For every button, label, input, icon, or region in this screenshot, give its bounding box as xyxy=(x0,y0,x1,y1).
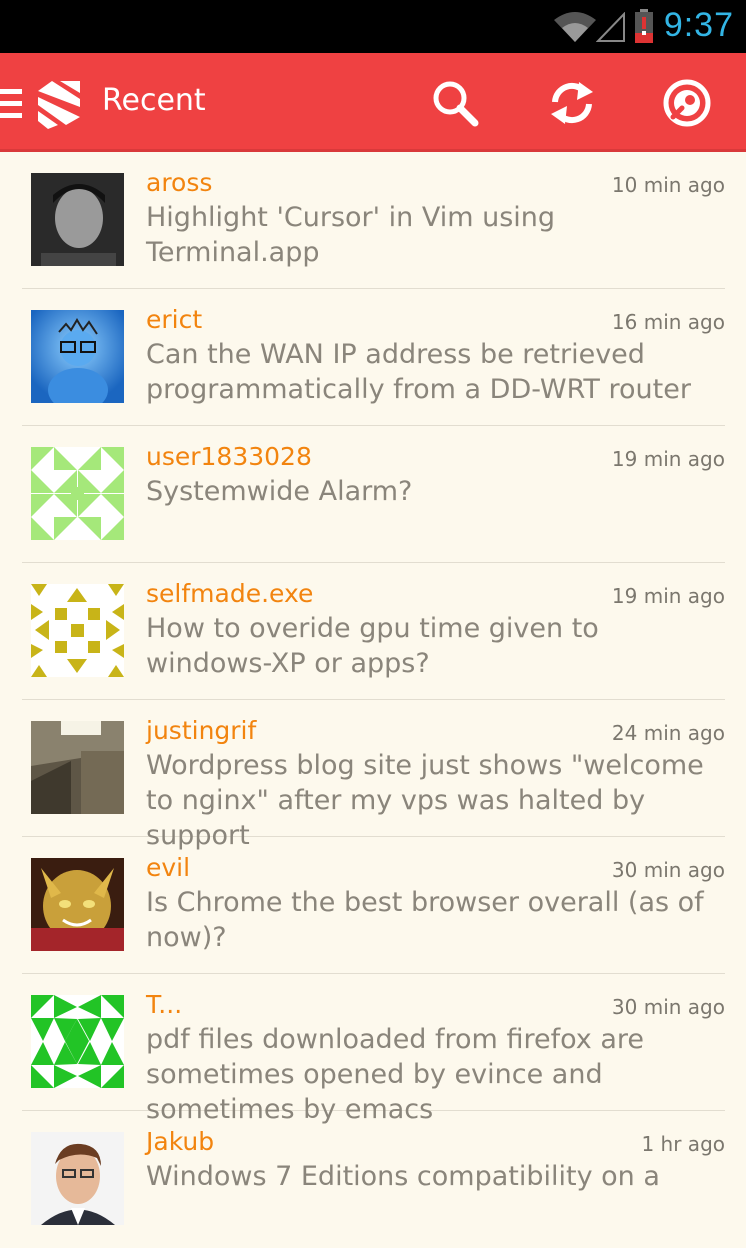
username[interactable]: selfmade.exe xyxy=(146,579,313,608)
settings-icon xyxy=(663,79,711,127)
question-row[interactable]: user1833028 19 min ago Systemwide Alarm? xyxy=(22,426,725,563)
username[interactable]: justingrif xyxy=(146,716,256,745)
timestamp: 10 min ago xyxy=(611,173,725,197)
question-title[interactable]: Windows 7 Editions compatibility on a xyxy=(146,1159,721,1194)
username[interactable]: evil xyxy=(146,853,190,882)
question-list: aross 10 min ago Highlight 'Cursor' in V… xyxy=(0,152,746,1248)
username[interactable]: user1833028 xyxy=(146,442,312,471)
status-bar: 9:37 xyxy=(0,0,746,53)
question-title[interactable]: How to overide gpu time given to windows… xyxy=(146,611,721,681)
avatar xyxy=(31,1132,124,1225)
timestamp: 1 hr ago xyxy=(641,1132,725,1156)
avatar xyxy=(31,447,124,540)
question-row[interactable]: T... 30 min ago pdf files downloaded fro… xyxy=(22,974,725,1125)
status-clock: 9:37 xyxy=(663,6,734,44)
question-row[interactable]: evil 30 min ago Is Chrome the best brows… xyxy=(22,837,725,974)
stack-logo-icon[interactable] xyxy=(38,81,80,133)
timestamp: 19 min ago xyxy=(611,584,725,608)
page-title: Recent xyxy=(102,83,206,118)
question-title[interactable]: Highlight 'Cursor' in Vim using Terminal… xyxy=(146,200,721,270)
battery-alert-icon xyxy=(634,9,654,47)
question-title[interactable]: Systemwide Alarm? xyxy=(146,474,721,509)
username[interactable]: Jakub xyxy=(146,1127,214,1156)
username[interactable]: erict xyxy=(146,305,202,334)
question-row[interactable]: erict 16 min ago Can the WAN IP address … xyxy=(22,289,725,426)
signal-icon xyxy=(595,11,626,46)
avatar xyxy=(31,310,124,403)
refresh-icon xyxy=(551,82,593,124)
question-title[interactable]: Is Chrome the best browser overall (as o… xyxy=(146,885,721,955)
username[interactable]: T... xyxy=(146,990,182,1019)
avatar xyxy=(31,995,124,1088)
menu-icon[interactable] xyxy=(0,89,22,123)
timestamp: 30 min ago xyxy=(611,858,725,882)
wifi-icon xyxy=(554,12,596,46)
avatar xyxy=(31,584,124,677)
question-row[interactable]: selfmade.exe 19 min ago How to overide g… xyxy=(22,563,725,700)
avatar xyxy=(31,173,124,266)
refresh-button[interactable] xyxy=(544,75,600,131)
action-bar: Recent xyxy=(0,53,746,152)
avatar xyxy=(31,721,124,814)
timestamp: 30 min ago xyxy=(611,995,725,1019)
search-icon xyxy=(433,81,479,127)
timestamp: 24 min ago xyxy=(611,721,725,745)
timestamp: 19 min ago xyxy=(611,447,725,471)
question-row[interactable]: Jakub 1 hr ago Windows 7 Editions compat… xyxy=(22,1111,725,1248)
question-row[interactable]: justingrif 24 min ago Wordpress blog sit… xyxy=(22,700,725,851)
search-button[interactable] xyxy=(427,75,483,131)
timestamp: 16 min ago xyxy=(611,310,725,334)
settings-button[interactable] xyxy=(659,75,715,131)
question-title[interactable]: Can the WAN IP address be retrieved prog… xyxy=(146,337,721,407)
username[interactable]: aross xyxy=(146,168,212,197)
avatar xyxy=(31,858,124,951)
question-row[interactable]: aross 10 min ago Highlight 'Cursor' in V… xyxy=(22,152,725,289)
